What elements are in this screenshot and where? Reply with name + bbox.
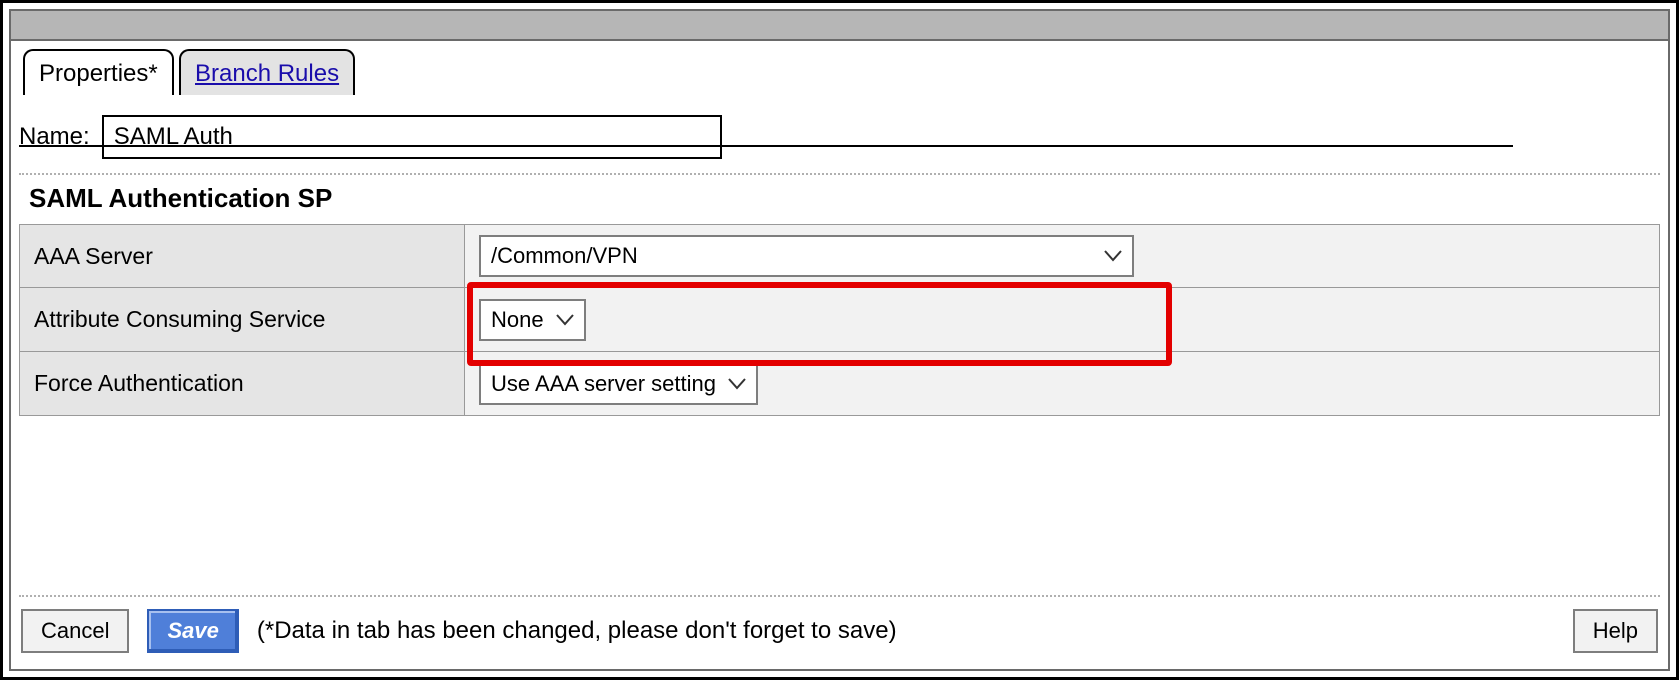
separator [19,173,1660,175]
row-aaa-server: AAA Server /Common/VPN [19,224,1660,288]
select-force-auth[interactable]: Use AAA server setting [479,363,758,405]
label-acs: Attribute Consuming Service [20,288,465,351]
help-button[interactable]: Help [1573,609,1658,653]
tab-properties[interactable]: Properties* [23,49,174,95]
chevron-down-icon [556,314,574,326]
chevron-down-icon [728,378,746,390]
select-aaa-server-value: /Common/VPN [491,243,638,269]
select-acs[interactable]: None [479,299,586,341]
titlebar [11,11,1668,41]
row-force-auth: Force Authentication Use AAA server sett… [19,352,1660,416]
save-button[interactable]: Save [147,609,238,653]
section-title: SAML Authentication SP [29,183,1656,214]
tab-properties-label: Properties* [39,60,158,87]
select-acs-value: None [491,307,544,333]
tab-row: Properties* Branch Rules [19,49,1660,95]
tab-underline [19,145,1513,147]
tab-branch-rules[interactable]: Branch Rules [179,49,355,95]
select-aaa-server[interactable]: /Common/VPN [479,235,1134,277]
tab-branch-rules-label: Branch Rules [195,60,339,87]
footer-separator [19,595,1660,597]
cancel-button[interactable]: Cancel [21,609,129,653]
label-aaa-server: AAA Server [20,225,465,287]
save-note: (*Data in tab has been changed, please d… [257,617,897,645]
chevron-down-icon [1104,250,1122,262]
select-force-auth-value: Use AAA server setting [491,371,716,397]
label-force-auth: Force Authentication [20,352,465,415]
row-acs: Attribute Consuming Service None [19,288,1660,352]
name-input[interactable] [102,115,722,159]
